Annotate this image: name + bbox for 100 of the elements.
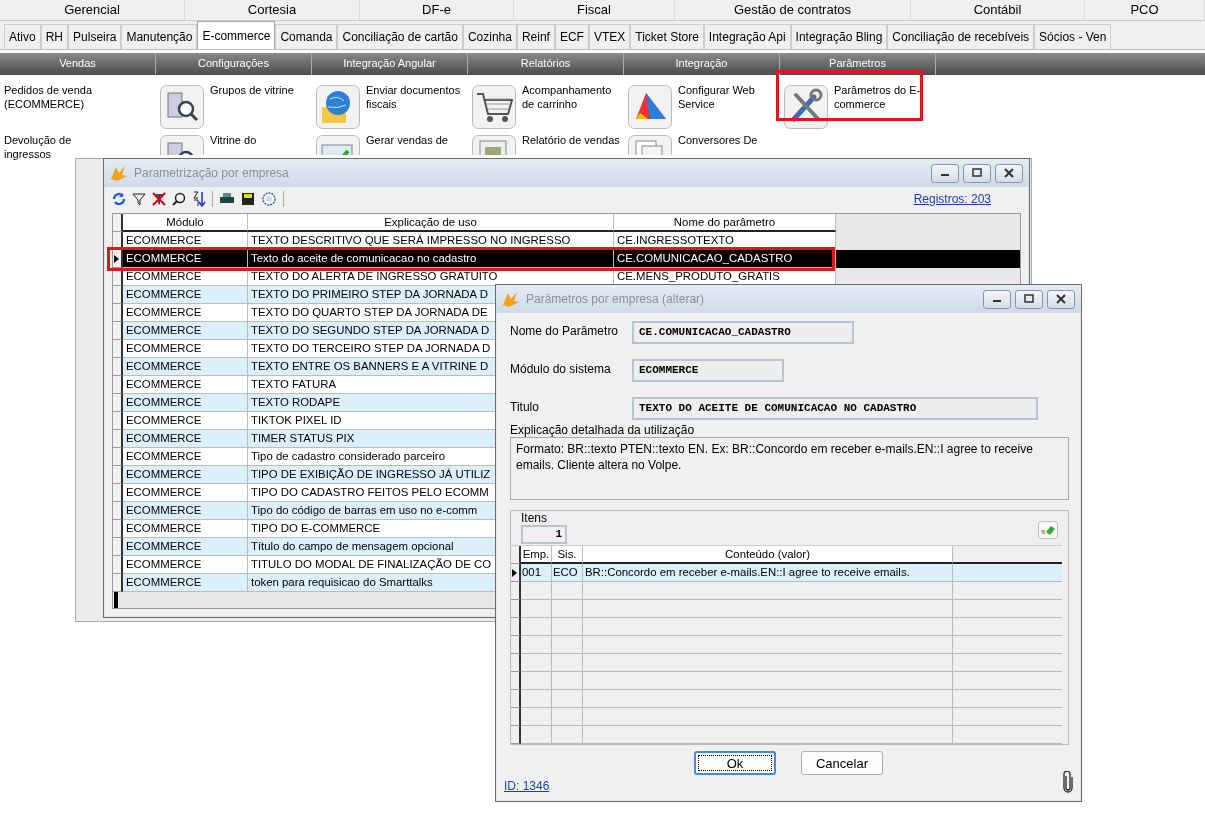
module-group-tab[interactable]: DF-e — [360, 0, 514, 20]
close-button[interactable] — [995, 163, 1023, 183]
printer-icon[interactable] — [219, 192, 235, 206]
row-selector[interactable] — [113, 574, 123, 592]
eraser-icon[interactable] — [1038, 521, 1058, 539]
dialog-button[interactable]: Ok — [694, 751, 776, 775]
row-selector[interactable] — [511, 618, 521, 636]
row-selector[interactable] — [113, 322, 123, 340]
row-selector[interactable] — [511, 582, 521, 600]
launcher-label[interactable]: Acompanhamento de carrinho — [522, 83, 626, 111]
module-tab[interactable]: VTEX — [588, 24, 631, 49]
input-field[interactable]: ECOMMERCE — [632, 359, 784, 382]
menu-item[interactable]: Vendas — [0, 53, 156, 75]
filter-icon[interactable] — [132, 192, 146, 206]
column-header[interactable]: Sis. — [552, 546, 583, 564]
column-header[interactable]: Módulo — [123, 214, 248, 232]
row-selector[interactable] — [113, 466, 123, 484]
row-selector[interactable] — [113, 250, 123, 268]
row-selector[interactable] — [113, 304, 123, 322]
module-tab[interactable]: Ativo — [4, 24, 41, 49]
module-tab[interactable]: Reinf — [516, 24, 555, 49]
cart-icon[interactable] — [472, 85, 516, 129]
column-header[interactable]: Emp. — [521, 546, 552, 564]
row-selector[interactable] — [113, 376, 123, 394]
minimize-button[interactable] — [931, 163, 959, 183]
chip-icon[interactable] — [261, 191, 277, 207]
column-header[interactable]: Conteúdo (valor) — [583, 546, 953, 564]
close-button[interactable] — [1047, 289, 1075, 309]
refresh-icon[interactable] — [112, 192, 126, 206]
module-group-tab[interactable]: Gestão de contratos — [675, 0, 911, 20]
module-group-tab[interactable]: Gerencial — [0, 0, 185, 20]
module-group-tab[interactable]: Contábil — [911, 0, 1085, 20]
search-icon[interactable] — [160, 85, 204, 129]
launcher-label[interactable]: Enviar documentos fiscais — [366, 83, 470, 111]
row-selector[interactable] — [113, 358, 123, 376]
module-tab[interactable]: Cozinha — [462, 24, 517, 49]
module-tab[interactable]: Ticket Store — [630, 24, 704, 49]
sort-icon[interactable] — [192, 191, 206, 207]
globe-icon[interactable] — [316, 85, 360, 129]
row-selector[interactable] — [113, 340, 123, 358]
row-selector[interactable] — [511, 654, 521, 672]
maximize-button[interactable] — [963, 163, 991, 183]
paperclip-icon[interactable] — [1063, 771, 1073, 793]
menu-item[interactable]: Integração Angular — [312, 53, 468, 75]
launcher-label[interactable]: Relatório de vendas — [522, 133, 626, 147]
chart-icon[interactable] — [628, 85, 672, 129]
menu-item[interactable]: Configurações — [156, 53, 312, 75]
maximize-button[interactable] — [1015, 289, 1043, 309]
module-tab[interactable]: Integração Api — [703, 24, 791, 49]
menu-item[interactable]: Parâmetros — [780, 53, 936, 75]
module-group-tab[interactable]: Cortesia — [185, 0, 360, 20]
row-selector[interactable] — [113, 448, 123, 466]
row-selector[interactable] — [113, 430, 123, 448]
row-selector[interactable] — [511, 564, 521, 582]
row-selector[interactable] — [511, 726, 521, 744]
minimize-button[interactable] — [983, 289, 1011, 309]
module-tab[interactable]: Pulseira — [68, 24, 122, 49]
row-selector[interactable] — [113, 520, 123, 538]
row-selector[interactable] — [113, 412, 123, 430]
check-icon[interactable] — [316, 135, 360, 155]
launcher-label[interactable]: Pedidos de venda (ECOMMERCE) — [4, 83, 108, 111]
clear-filter-icon[interactable] — [152, 192, 166, 206]
input-field[interactable]: CE.COMUNICACAO_CADASTRO — [632, 321, 854, 344]
row-selector[interactable] — [113, 286, 123, 304]
module-tab[interactable]: Integração Bling — [790, 24, 888, 49]
launcher-label[interactable]: Configurar Web Service — [678, 83, 782, 111]
launcher-label[interactable]: Vitrine do — [210, 133, 314, 147]
module-tab[interactable]: E-commerce — [197, 21, 276, 49]
tools-icon[interactable] — [784, 85, 828, 129]
search-icon[interactable] — [160, 135, 204, 155]
row-selector[interactable] — [113, 556, 123, 574]
launcher-label[interactable]: Gerar vendas de — [366, 133, 470, 147]
row-selector[interactable] — [113, 484, 123, 502]
column-header[interactable]: Explicação de uso — [248, 214, 614, 232]
module-tab[interactable]: Conciliação de recebíveis — [887, 24, 1035, 49]
row-selector[interactable] — [113, 502, 123, 520]
row-selector[interactable] — [511, 672, 521, 690]
module-tab[interactable]: Manutenção — [121, 24, 198, 49]
records-link[interactable]: Registros: 203 — [913, 192, 991, 206]
column-header[interactable]: Nome do parâmetro — [614, 214, 836, 232]
row-selector[interactable] — [511, 636, 521, 654]
module-tab[interactable]: Conciliação de cartão — [337, 24, 463, 49]
dialog-button[interactable]: Cancelar — [801, 751, 883, 775]
row-selector[interactable] — [113, 538, 123, 556]
module-tab[interactable]: Sócios - Ven — [1034, 24, 1112, 49]
module-tab[interactable]: RH — [40, 24, 69, 49]
row-selector[interactable] — [511, 708, 521, 726]
menu-item[interactable]: Integração — [624, 53, 780, 75]
launcher-label[interactable]: Devolução de ingressos — [4, 133, 108, 161]
row-selector[interactable] — [511, 600, 521, 618]
module-group-tab[interactable]: Fiscal — [514, 0, 675, 20]
id-link[interactable]: ID: 1346 — [504, 779, 550, 793]
module-tab[interactable]: Comanda — [275, 24, 338, 49]
row-selector[interactable] — [511, 690, 521, 708]
row-selector[interactable] — [113, 394, 123, 412]
launcher-label[interactable]: Grupos de vitrine — [210, 83, 314, 97]
module-tab[interactable]: ECF — [554, 24, 589, 49]
search-icon[interactable] — [172, 192, 186, 206]
launcher-label[interactable]: Parâmetros do E-commerce — [834, 83, 938, 111]
input-field[interactable]: TEXTO DO ACEITE DE COMUNICACAO NO CADASTRO — [632, 397, 1038, 420]
